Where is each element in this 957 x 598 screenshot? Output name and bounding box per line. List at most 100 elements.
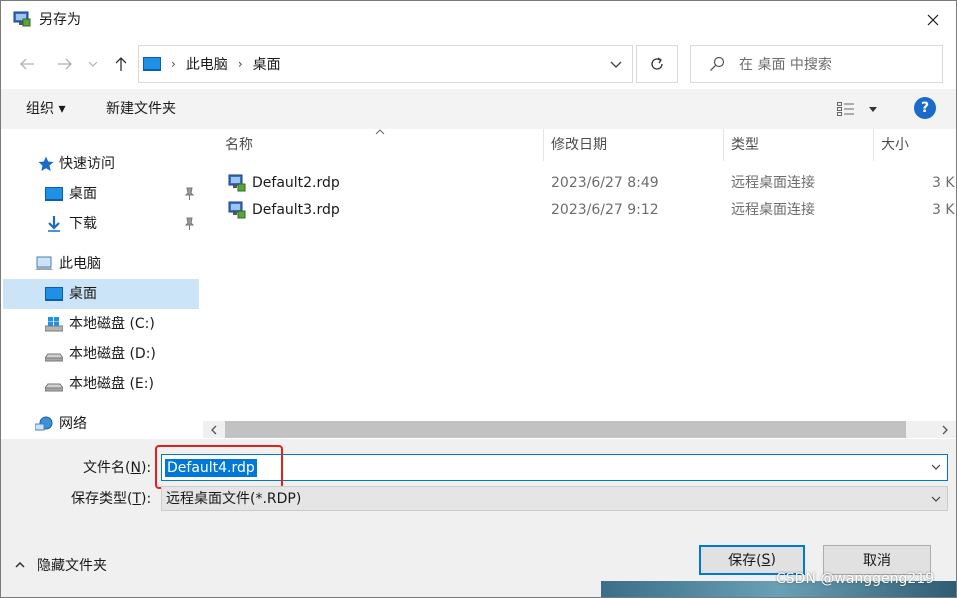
caret-down-icon	[869, 106, 877, 112]
download-arrow-icon	[48, 216, 60, 232]
details-view-icon	[837, 102, 854, 116]
sidebar-item-desktop[interactable]: 桌面	[3, 279, 199, 309]
chevron-down-icon[interactable]	[610, 58, 622, 70]
navigation-bar: › 此电脑 › 桌面 在 桌面 中搜索	[1, 41, 956, 85]
search-icon	[710, 56, 725, 71]
sidebar-label: 快速访问	[59, 156, 115, 172]
remote-desktop-app-icon	[13, 11, 31, 27]
sidebar-item-drive-c[interactable]: 本地磁盘 (C:)	[3, 309, 199, 339]
desktop-folder-icon	[45, 187, 63, 201]
filename-label: 文件名(N):	[83, 459, 151, 477]
pin-icon[interactable]	[183, 187, 195, 201]
new-folder-button[interactable]: 新建文件夹	[106, 100, 176, 118]
sidebar-item-quick-access[interactable]: 快速访问	[3, 149, 199, 179]
chevron-down-icon[interactable]	[931, 463, 941, 471]
horizontal-scrollbar[interactable]	[203, 421, 956, 438]
filetype-label-text: 保存类型(	[71, 491, 133, 507]
windows-drive-icon	[45, 317, 63, 332]
breadcrumb-this-pc[interactable]: 此电脑	[186, 54, 228, 74]
chevron-left-icon	[210, 425, 216, 434]
hide-folders-button[interactable]: 隐藏文件夹	[15, 555, 107, 575]
sidebar-label: 本地磁盘 (C:)	[69, 316, 155, 332]
back-button[interactable]	[15, 53, 39, 75]
sidebar-item-qa-downloads[interactable]: 下载	[3, 209, 199, 239]
column-header-modified[interactable]: 修改日期	[551, 129, 607, 161]
breadcrumb-desktop[interactable]: 桌面	[253, 54, 281, 74]
file-row[interactable]: Default2.rdp 2023/6/27 8:49 远程桌面连接 3 K	[223, 170, 956, 196]
rdp-file-icon	[228, 201, 246, 219]
chevron-down-icon	[88, 61, 98, 67]
filename-label-text: ):	[140, 460, 152, 476]
scrollbar-thumb[interactable]	[225, 421, 906, 438]
up-button[interactable]	[109, 53, 133, 75]
address-bar[interactable]: › 此电脑 › 桌面	[138, 45, 633, 83]
arrow-up-icon	[115, 57, 127, 71]
filetype-select[interactable]: 远程桌面文件(*.RDP)	[161, 486, 948, 511]
save-as-dialog: 另存为 › 此电脑 › 桌面 在 桌面 中搜索 组织 ▾ 新建文件夹 ? 快速访…	[0, 0, 957, 598]
forward-button[interactable]	[53, 53, 77, 75]
hard-drive-icon	[45, 383, 63, 392]
breadcrumb-separator: ›	[237, 57, 243, 71]
filetype-label: 保存类型(T):	[71, 490, 151, 508]
sidebar-item-drive-d[interactable]: 本地磁盘 (D:)	[3, 339, 199, 369]
sidebar-label: 桌面	[69, 286, 97, 302]
watermark: CSDN @wanggeng219	[776, 571, 935, 587]
sidebar-item-drive-e[interactable]: 本地磁盘 (E:)	[3, 369, 199, 399]
sidebar-item-qa-desktop[interactable]: 桌面	[3, 179, 199, 209]
window-title: 另存为	[39, 12, 81, 28]
sidebar-item-network[interactable]: 网络	[3, 409, 199, 439]
save-label-text: 保存(	[728, 553, 762, 569]
filename-label-accesskey: N	[130, 460, 141, 476]
column-header-type[interactable]: 类型	[731, 129, 759, 161]
sidebar-label: 本地磁盘 (D:)	[69, 346, 156, 362]
save-label-accesskey: S	[761, 552, 771, 568]
search-placeholder: 在 桌面 中搜索	[739, 57, 832, 73]
arrow-right-icon	[58, 58, 72, 70]
navigation-pane: 快速访问 桌面 下载 此电脑 桌面 本地磁盘 (C:) 本地磁盘 (D:) 本地…	[1, 129, 201, 439]
file-modified: 2023/6/27 8:49	[551, 175, 659, 191]
column-divider[interactable]	[543, 129, 544, 161]
search-box[interactable]: 在 桌面 中搜索	[690, 45, 943, 83]
sidebar-label: 网络	[59, 416, 87, 432]
filetype-value: 远程桌面文件(*.RDP)	[166, 491, 302, 507]
desktop-folder-icon	[45, 287, 63, 301]
file-name: Default3.rdp	[252, 202, 340, 218]
file-row[interactable]: Default3.rdp 2023/6/27 9:12 远程桌面连接 3 K	[223, 197, 956, 223]
hide-folders-label: 隐藏文件夹	[37, 558, 107, 574]
save-label-text: )	[770, 552, 776, 568]
highlight-annotation	[155, 445, 283, 489]
view-options-button[interactable]	[837, 99, 881, 119]
column-header-size[interactable]: 大小	[881, 129, 909, 161]
command-bar: 组织 ▾ 新建文件夹 ?	[1, 89, 956, 129]
column-divider[interactable]	[873, 129, 874, 161]
refresh-button[interactable]	[636, 45, 678, 83]
scroll-left-button[interactable]	[205, 421, 222, 438]
computer-icon	[35, 256, 53, 270]
filetype-label-text: ):	[141, 491, 152, 507]
filename-label-text: 文件名(	[83, 460, 131, 476]
help-button[interactable]: ?	[914, 97, 936, 119]
recent-locations-button[interactable]	[85, 53, 101, 75]
star-icon	[38, 156, 54, 171]
sidebar-label: 此电脑	[59, 256, 101, 272]
chevron-down-icon	[931, 496, 941, 502]
file-type: 远程桌面连接	[731, 175, 815, 191]
sidebar-label: 下载	[69, 216, 97, 232]
organize-menu[interactable]: 组织 ▾	[26, 100, 65, 118]
file-modified: 2023/6/27 9:12	[551, 202, 659, 218]
close-button[interactable]	[910, 1, 956, 39]
file-size: 3 K	[932, 175, 955, 191]
desktop-folder-icon	[143, 57, 161, 71]
sidebar-item-this-pc[interactable]: 此电脑	[3, 249, 199, 279]
scroll-right-button[interactable]	[936, 421, 953, 438]
title-bar: 另存为	[1, 1, 956, 39]
sidebar-label: 桌面	[69, 186, 97, 202]
file-size: 3 K	[932, 202, 955, 218]
save-form: 文件名(N): Default4.rdp 保存类型(T): 远程桌面文件(*.R…	[1, 439, 956, 597]
column-header-name[interactable]: 名称	[225, 129, 253, 161]
column-divider[interactable]	[723, 129, 724, 161]
pin-icon[interactable]	[183, 217, 195, 231]
filetype-label-accesskey: T	[132, 491, 142, 507]
sidebar-label: 本地磁盘 (E:)	[69, 376, 154, 392]
file-list: 名称 修改日期 类型 大小 Default2.rdp 2023/6/27 8:4…	[203, 129, 956, 421]
